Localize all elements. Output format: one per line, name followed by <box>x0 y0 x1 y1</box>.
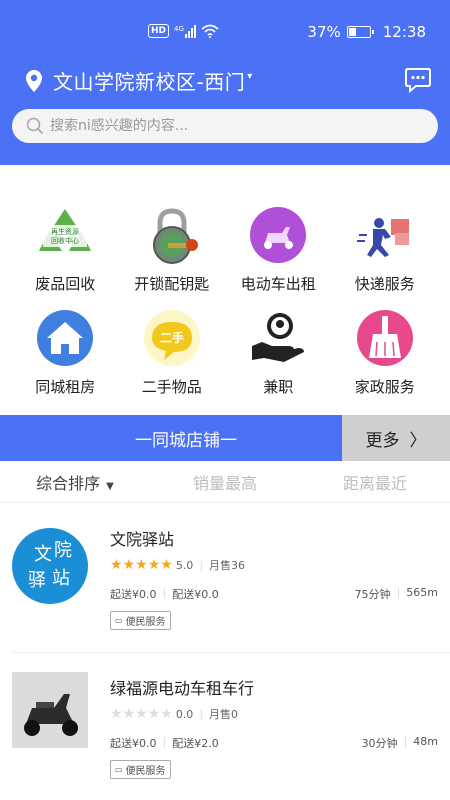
category-label: 电动车出租 <box>240 275 316 293</box>
location-pin-icon <box>26 69 42 92</box>
shop-meta: 起送¥0.0 | 配送¥0.0 75分钟 | 565m <box>110 586 438 601</box>
sort-sales[interactable]: 销量最高 <box>150 470 300 494</box>
star-icon: ★ <box>110 706 123 722</box>
min-order: 起送¥0.0 <box>110 737 157 750</box>
svg-text:回收中心: 回收中心 <box>51 236 79 245</box>
svg-text:站: 站 <box>52 568 70 589</box>
second-hand-bubble-icon: 二手 <box>142 308 202 368</box>
location-label: 文山学院新校区-西门 <box>53 70 246 94</box>
star-icon: ★ <box>160 557 173 573</box>
category-housing[interactable]: 同城租房 <box>12 308 119 397</box>
category-housekeeping[interactable]: 家政服务 <box>332 308 439 397</box>
search-bar[interactable] <box>12 109 438 143</box>
category-label: 同城租房 <box>35 378 96 396</box>
courier-icon <box>355 205 415 265</box>
category-label: 家政服务 <box>354 378 415 396</box>
sort-comprehensive[interactable]: 综合排序 ▼ <box>0 470 150 494</box>
battery-percent: 37% <box>307 23 341 41</box>
category-label: 二手物品 <box>141 378 202 396</box>
min-order: 起送¥0.0 <box>110 588 157 601</box>
star-icon: ★ <box>135 557 148 573</box>
shop-logo: 文 院 驿 站 <box>12 528 88 604</box>
search-icon <box>26 117 44 135</box>
recycle-icon: 再生资源 回收中心 <box>35 205 95 265</box>
caret-down-icon: ▾ <box>247 71 253 82</box>
message-icon[interactable] <box>404 67 432 93</box>
delivery-fee: 配送¥2.0 <box>172 737 219 750</box>
category-label: 废品回收 <box>35 275 96 293</box>
distance: 565m <box>406 586 438 599</box>
category-grid: 再生资源 回收中心 废品回收 开锁配钥匙 电动车出租 快递服务 同城租房 二手 … <box>12 205 438 397</box>
rating-value: 0.0 <box>175 707 194 721</box>
star-icon: ★ <box>147 706 161 722</box>
star-icon: ★ <box>160 706 173 722</box>
shop-photo <box>12 672 88 748</box>
broom-icon <box>355 308 415 368</box>
delivery-time: 75分钟 <box>354 588 391 601</box>
hd-badge: HD <box>148 24 170 38</box>
svg-text:院: 院 <box>54 540 72 561</box>
header: HD 4G 37% 12:38 文山学院新校区-西门 ▾ 搜索ni感兴趣的内容.… <box>0 0 450 165</box>
caret-down-icon: ▼ <box>106 480 114 492</box>
search-input[interactable] <box>50 118 410 134</box>
star-icon: ★ <box>110 557 123 573</box>
status-bar: HD 4G 37% 12:38 <box>0 0 450 64</box>
padlock-key-icon <box>142 205 202 265</box>
signal-4g-icon: 4G <box>174 24 196 38</box>
category-second-hand[interactable]: 二手 二手物品 <box>119 308 226 397</box>
shop-list-item[interactable]: 绿福源电动车租车行 ★★★★★ 0.0 | 月售0 起送¥0.0 | 配送¥2.… <box>0 652 450 800</box>
shop-meta: 起送¥0.0 | 配送¥2.0 30分钟 | 48m <box>110 735 438 750</box>
svg-text:再生资源: 再生资源 <box>51 227 79 236</box>
service-tag: ▭ 便民服务 <box>110 760 171 779</box>
tag-icon: ▭ <box>115 765 123 774</box>
tag-icon: ▭ <box>115 616 123 625</box>
category-label: 开锁配钥匙 <box>134 275 210 293</box>
svg-text:二手: 二手 <box>160 330 184 345</box>
shop-name: 文院驿站 <box>110 530 175 549</box>
rating: ★★★★★ 5.0 | 月售36 <box>110 557 246 573</box>
star-icon: ★ <box>147 557 161 573</box>
location-selector[interactable]: 文山学院新校区-西门 ▾ <box>25 66 252 95</box>
rating-value: 5.0 <box>175 558 194 572</box>
network-indicators: HD 4G <box>148 24 219 38</box>
monthly-sales: 月售0 <box>209 708 239 721</box>
wifi-icon <box>201 24 219 38</box>
star-icon: ★ <box>122 557 136 573</box>
hand-person-icon <box>248 308 308 368</box>
city-stores-banner: 一同城店铺一 更多 〉 <box>0 415 450 461</box>
status-right: 37% 12:38 <box>307 23 426 41</box>
category-recycling[interactable]: 再生资源 回收中心 废品回收 <box>12 205 119 294</box>
monthly-sales: 月售36 <box>209 559 246 572</box>
category-part-time[interactable]: 兼职 <box>225 308 332 397</box>
star-rating-icon: ★★★★★ <box>110 707 173 721</box>
category-courier[interactable]: 快递服务 <box>332 205 439 294</box>
star-rating-icon: ★★★★★ <box>110 558 173 572</box>
shop-list-item[interactable]: 文 院 驿 站 文院驿站 ★★★★★ 5.0 | 月售36 起送¥0.0 | 配… <box>0 503 450 651</box>
sort-distance[interactable]: 距离最近 <box>300 470 450 494</box>
shop-name: 绿福源电动车租车行 <box>110 679 255 698</box>
category-label: 兼职 <box>263 378 294 396</box>
scooter-icon <box>248 205 308 265</box>
category-locksmith[interactable]: 开锁配钥匙 <box>119 205 226 294</box>
delivery-fee: 配送¥0.0 <box>172 588 219 601</box>
chevron-right-icon: 〉 <box>409 430 427 451</box>
logo-char: 文 <box>34 544 52 565</box>
star-icon: ★ <box>135 706 148 722</box>
more-label: 更多 <box>365 430 400 451</box>
delivery-time: 30分钟 <box>361 737 398 750</box>
more-button[interactable]: 更多 〉 <box>342 415 450 461</box>
category-label: 快递服务 <box>354 275 415 293</box>
clock: 12:38 <box>382 23 426 41</box>
distance: 48m <box>413 735 438 748</box>
banner-title: 一同城店铺一 <box>135 430 237 451</box>
category-scooter-rental[interactable]: 电动车出租 <box>225 205 332 294</box>
rating: ★★★★★ 0.0 | 月售0 <box>110 706 239 722</box>
sort-bar: 综合排序 ▼ 销量最高 距离最近 <box>0 461 450 503</box>
svg-text:驿: 驿 <box>28 570 46 591</box>
house-icon <box>35 308 95 368</box>
service-tag: ▭ 便民服务 <box>110 611 171 630</box>
star-icon: ★ <box>122 706 136 722</box>
battery-icon <box>346 26 374 38</box>
